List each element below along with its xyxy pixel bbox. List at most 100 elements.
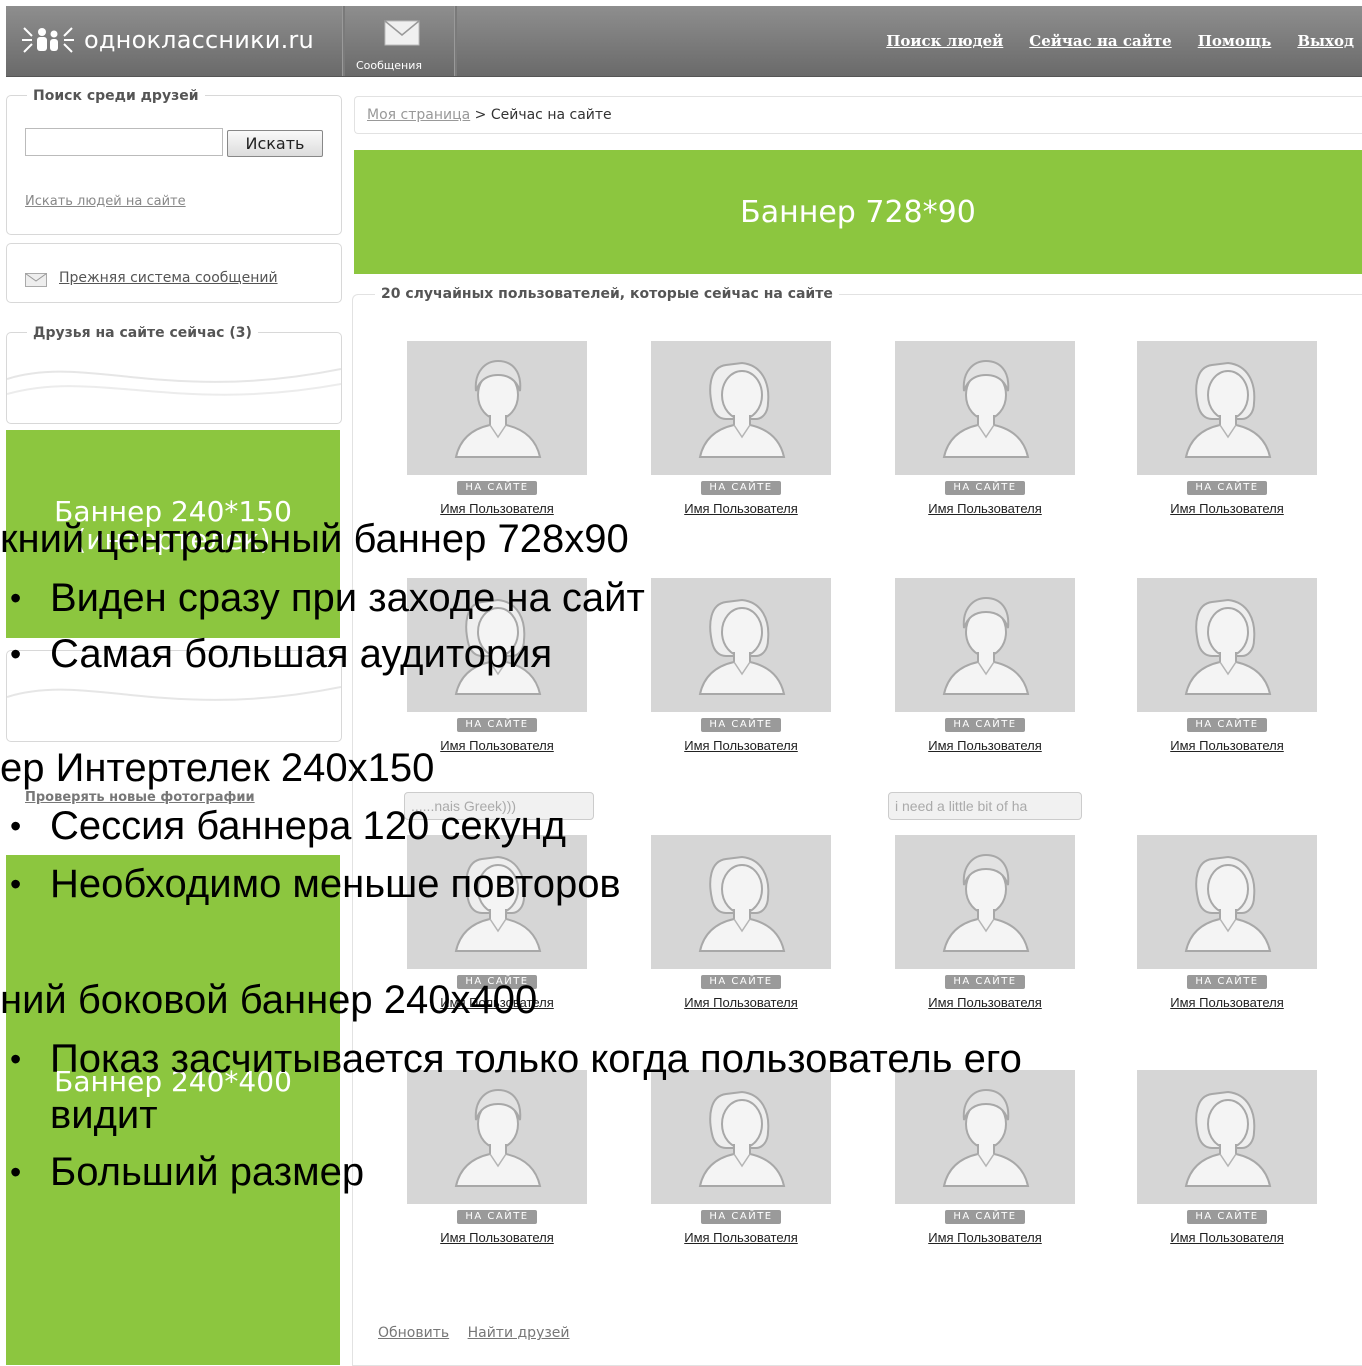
user-card[interactable]: НА САЙТЕ Имя Пользователя xyxy=(1137,341,1317,516)
user-avatar-icon xyxy=(1184,1090,1272,1187)
avatar[interactable] xyxy=(651,578,831,712)
user-avatar-icon xyxy=(454,1088,542,1187)
user-card[interactable]: НА САЙТЕ Имя Пользователя xyxy=(651,835,831,1010)
check-photos-link[interactable]: Проверять новые фотографии xyxy=(25,790,255,805)
user-card[interactable]: НА САЙТЕ Имя Пользователя xyxy=(895,1070,1075,1245)
nav-search-people[interactable]: Поиск людей xyxy=(886,32,1003,50)
old-messages-link[interactable]: Прежняя система сообщений xyxy=(59,270,278,286)
nav-help[interactable]: Помощь xyxy=(1198,32,1272,50)
user-name-link[interactable]: Имя Пользователя xyxy=(895,1230,1075,1245)
breadcrumb-my-page[interactable]: Моя страница xyxy=(367,107,470,123)
avatar[interactable] xyxy=(895,578,1075,712)
overlay-heading-1: кний центральный баннер 728х90 xyxy=(0,517,629,561)
user-card[interactable]: НА САЙТЕ Имя Пользователя xyxy=(651,578,831,753)
avatar[interactable] xyxy=(895,341,1075,475)
user-card[interactable]: НА САЙТЕ Имя Пользователя xyxy=(895,341,1075,516)
user-avatar-icon xyxy=(1184,855,1272,952)
user-name-link[interactable]: Имя Пользователя xyxy=(895,995,1075,1010)
friends-online-panel: Друзья на сайте сейчас (3) xyxy=(6,325,342,424)
user-card[interactable]: НА САЙТЕ Имя Пользователя xyxy=(651,1070,831,1245)
user-name-link[interactable]: Имя Пользователя xyxy=(1137,501,1317,516)
speech-bubble: i need a little bit of ha xyxy=(888,792,1082,820)
user-name-link[interactable]: Имя Пользователя xyxy=(651,995,831,1010)
messages-button[interactable]: Сообщения xyxy=(350,6,454,76)
avatar[interactable] xyxy=(407,341,587,475)
online-badge: НА САЙТЕ xyxy=(945,975,1025,989)
nav-online-now[interactable]: Сейчас на сайте xyxy=(1029,32,1171,50)
user-avatar-icon xyxy=(942,359,1030,458)
user-avatar-icon xyxy=(698,361,786,458)
envelope-small-icon xyxy=(25,273,47,287)
banner-top-title: Баннер 728*90 xyxy=(740,194,976,230)
avatar[interactable] xyxy=(651,835,831,969)
breadcrumb-bar: Моя страница > Сейчас на сайте xyxy=(354,96,1362,134)
online-badge: НА САЙТЕ xyxy=(457,481,537,495)
user-name-link[interactable]: Имя Пользователя xyxy=(651,738,831,753)
header-divider xyxy=(454,6,457,76)
online-badge: НА САЙТЕ xyxy=(457,718,537,732)
decorative-wave xyxy=(7,686,341,701)
search-button[interactable]: Искать xyxy=(227,130,323,157)
envelope-icon xyxy=(384,20,420,46)
user-name-link[interactable]: Имя Пользователя xyxy=(1137,1230,1317,1245)
user-name-link[interactable]: Имя Пользователя xyxy=(1137,995,1317,1010)
user-avatar-icon xyxy=(1184,598,1272,695)
top-navigation: Поиск людей Сейчас на сайте Помощь Выход xyxy=(886,32,1354,50)
user-card[interactable]: НА САЙТЕ Имя Пользователя xyxy=(1137,1070,1317,1245)
overlay-bullet: Больший размер xyxy=(10,1150,364,1194)
user-name-link[interactable]: Имя Пользователя xyxy=(407,1230,587,1245)
avatar[interactable] xyxy=(651,341,831,475)
logo-text: одноклассники.ru xyxy=(84,26,314,54)
user-card[interactable]: НА САЙТЕ Имя Пользователя xyxy=(1137,835,1317,1010)
user-card[interactable]: НА САЙТЕ Имя Пользователя xyxy=(1137,578,1317,753)
site-logo[interactable]: одноклассники.ru xyxy=(18,20,314,60)
avatar[interactable] xyxy=(407,1070,587,1204)
user-card[interactable]: НА САЙТЕ Имя Пользователя xyxy=(651,341,831,516)
friends-search-input[interactable] xyxy=(25,128,223,156)
online-badge: НА САЙТЕ xyxy=(945,718,1025,732)
overlay-bullet: Виден сразу при заходе на сайт xyxy=(10,576,645,620)
friends-online-title: Друзья на сайте сейчас (3) xyxy=(27,325,258,341)
user-avatar-icon xyxy=(942,596,1030,695)
user-avatar-icon xyxy=(698,598,786,695)
breadcrumb-separator: > xyxy=(474,107,487,123)
avatar[interactable] xyxy=(651,1070,831,1204)
user-card[interactable]: НА САЙТЕ Имя Пользователя xyxy=(407,1070,587,1245)
online-badge: НА САЙТЕ xyxy=(701,718,781,732)
user-avatar-icon xyxy=(698,1090,786,1187)
avatar[interactable] xyxy=(1137,578,1317,712)
user-name-link[interactable]: Имя Пользователя xyxy=(895,738,1075,753)
online-badge: НА САЙТЕ xyxy=(701,1210,781,1224)
user-card[interactable]: НА САЙТЕ Имя Пользователя xyxy=(407,341,587,516)
user-name-link[interactable]: Имя Пользователя xyxy=(651,501,831,516)
find-friends-link[interactable]: Найти друзей xyxy=(468,1325,570,1341)
user-card[interactable]: НА САЙТЕ Имя Пользователя xyxy=(895,578,1075,753)
logo-people-icon xyxy=(22,27,74,53)
user-name-link[interactable]: Имя Пользователя xyxy=(407,501,587,516)
user-name-link[interactable]: Имя Пользователя xyxy=(1137,738,1317,753)
banner-728x90[interactable]: Баннер 728*90 xyxy=(354,150,1362,274)
user-avatar-icon xyxy=(698,855,786,952)
footer-links: Обновить Найти друзей xyxy=(378,1325,584,1341)
user-name-link[interactable]: Имя Пользователя xyxy=(651,1230,831,1245)
friends-search-panel: Поиск среди друзей Искать Искать людей н… xyxy=(6,88,342,235)
avatar[interactable] xyxy=(1137,835,1317,969)
online-badge: НА САЙТЕ xyxy=(1187,1210,1267,1224)
user-card[interactable]: НА САЙТЕ Имя Пользователя xyxy=(895,835,1075,1010)
avatar[interactable] xyxy=(895,835,1075,969)
breadcrumb: Моя страница > Сейчас на сайте xyxy=(367,107,612,123)
overlay-bullet: Самая большая аудитория xyxy=(10,632,552,676)
site-header: одноклассники.ru Сообщения Поиск людей С… xyxy=(6,6,1362,77)
refresh-link[interactable]: Обновить xyxy=(378,1325,449,1341)
online-badge: НА САЙТЕ xyxy=(945,1210,1025,1224)
breadcrumb-current: Сейчас на сайте xyxy=(490,107,612,123)
nav-logout[interactable]: Выход xyxy=(1297,32,1354,50)
user-name-link[interactable]: Имя Пользователя xyxy=(895,501,1075,516)
online-badge: НА САЙТЕ xyxy=(1187,975,1267,989)
search-people-link[interactable]: Искать людей на сайте xyxy=(25,194,186,209)
avatar[interactable] xyxy=(1137,1070,1317,1204)
avatar[interactable] xyxy=(1137,341,1317,475)
user-avatar-icon xyxy=(1184,361,1272,458)
avatar[interactable] xyxy=(895,1070,1075,1204)
online-badge: НА САЙТЕ xyxy=(1187,481,1267,495)
